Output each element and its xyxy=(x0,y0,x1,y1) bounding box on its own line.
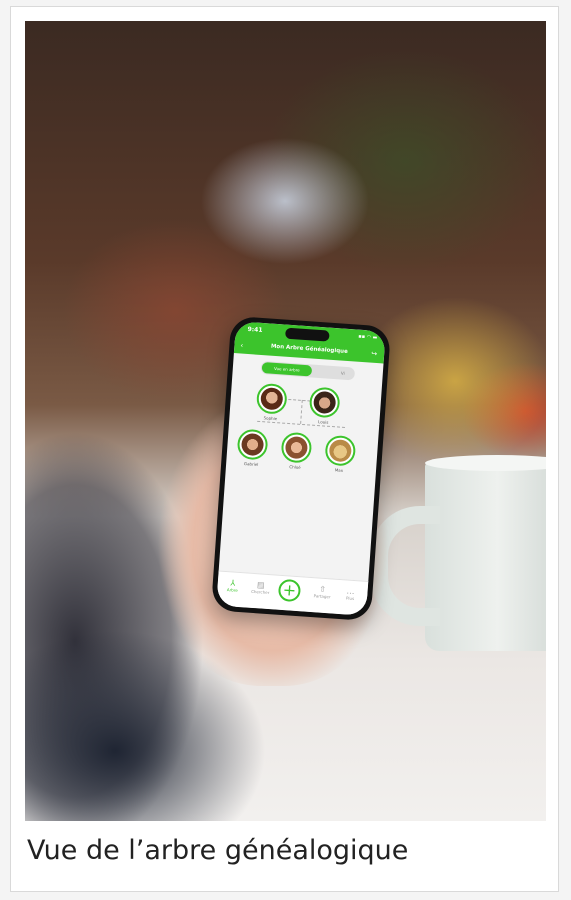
tab-arbre[interactable]: ⅄ Arbre xyxy=(219,578,246,594)
tab-label: Partager xyxy=(313,593,331,600)
status-icons: ▪▪ ◠ ▬ xyxy=(358,333,378,341)
person-node-chloe[interactable] xyxy=(280,431,313,464)
smartphone: 9:41 ▪▪ ◠ ▬ ‹ Mon Arbre Généalogique ↪ V… xyxy=(210,315,392,622)
person-node-max[interactable] xyxy=(324,434,357,467)
tab-chercher[interactable]: ▤ Chercher xyxy=(247,580,274,596)
person-node-louis[interactable] xyxy=(308,386,341,419)
app-title: Mon Arbre Généalogique xyxy=(270,343,348,355)
segment-tree-view[interactable]: Vue en arbre xyxy=(261,362,313,377)
bottom-tab-bar: ⅄ Arbre ▤ Chercher + ⇧ Partager … Plus xyxy=(216,570,369,616)
tab-label: Plus xyxy=(345,595,355,602)
avatar xyxy=(260,387,284,411)
avatar xyxy=(328,438,353,463)
person-node-gabriel[interactable] xyxy=(236,428,269,461)
avatar xyxy=(240,432,265,457)
tab-label: Arbre xyxy=(226,587,238,593)
status-time: 9:41 xyxy=(247,325,263,334)
figure-caption: Vue de l’arbre généalogique xyxy=(27,835,409,866)
mug-rim xyxy=(425,455,546,471)
view-segmented-control: Vue en arbre Vi xyxy=(260,360,356,381)
tab-partager[interactable]: ⇧ Partager xyxy=(309,584,336,600)
person-name: Gabriel xyxy=(243,461,259,468)
person-node-sophie[interactable] xyxy=(255,382,288,415)
coffee-mug xyxy=(370,455,546,651)
share-icon[interactable]: ↪ xyxy=(371,350,377,358)
avatar xyxy=(312,390,337,415)
phone-screen: 9:41 ▪▪ ◠ ▬ ‹ Mon Arbre Généalogique ↪ V… xyxy=(216,321,386,616)
segment-list-view[interactable]: Vi xyxy=(341,367,346,380)
tab-plus[interactable]: … Plus xyxy=(337,586,364,602)
app-header: 9:41 ▪▪ ◠ ▬ ‹ Mon Arbre Généalogique ↪ xyxy=(233,321,386,364)
person-name: Max xyxy=(334,467,344,473)
photo: 9:41 ▪▪ ◠ ▬ ‹ Mon Arbre Généalogique ↪ V… xyxy=(25,21,546,821)
person-name: Chloé xyxy=(289,464,301,470)
avatar xyxy=(284,435,309,460)
figure-card: 9:41 ▪▪ ◠ ▬ ‹ Mon Arbre Généalogique ↪ V… xyxy=(10,6,559,892)
add-person-button[interactable]: + xyxy=(277,578,302,603)
dynamic-island xyxy=(285,327,330,342)
tab-label: Chercher xyxy=(251,588,270,596)
